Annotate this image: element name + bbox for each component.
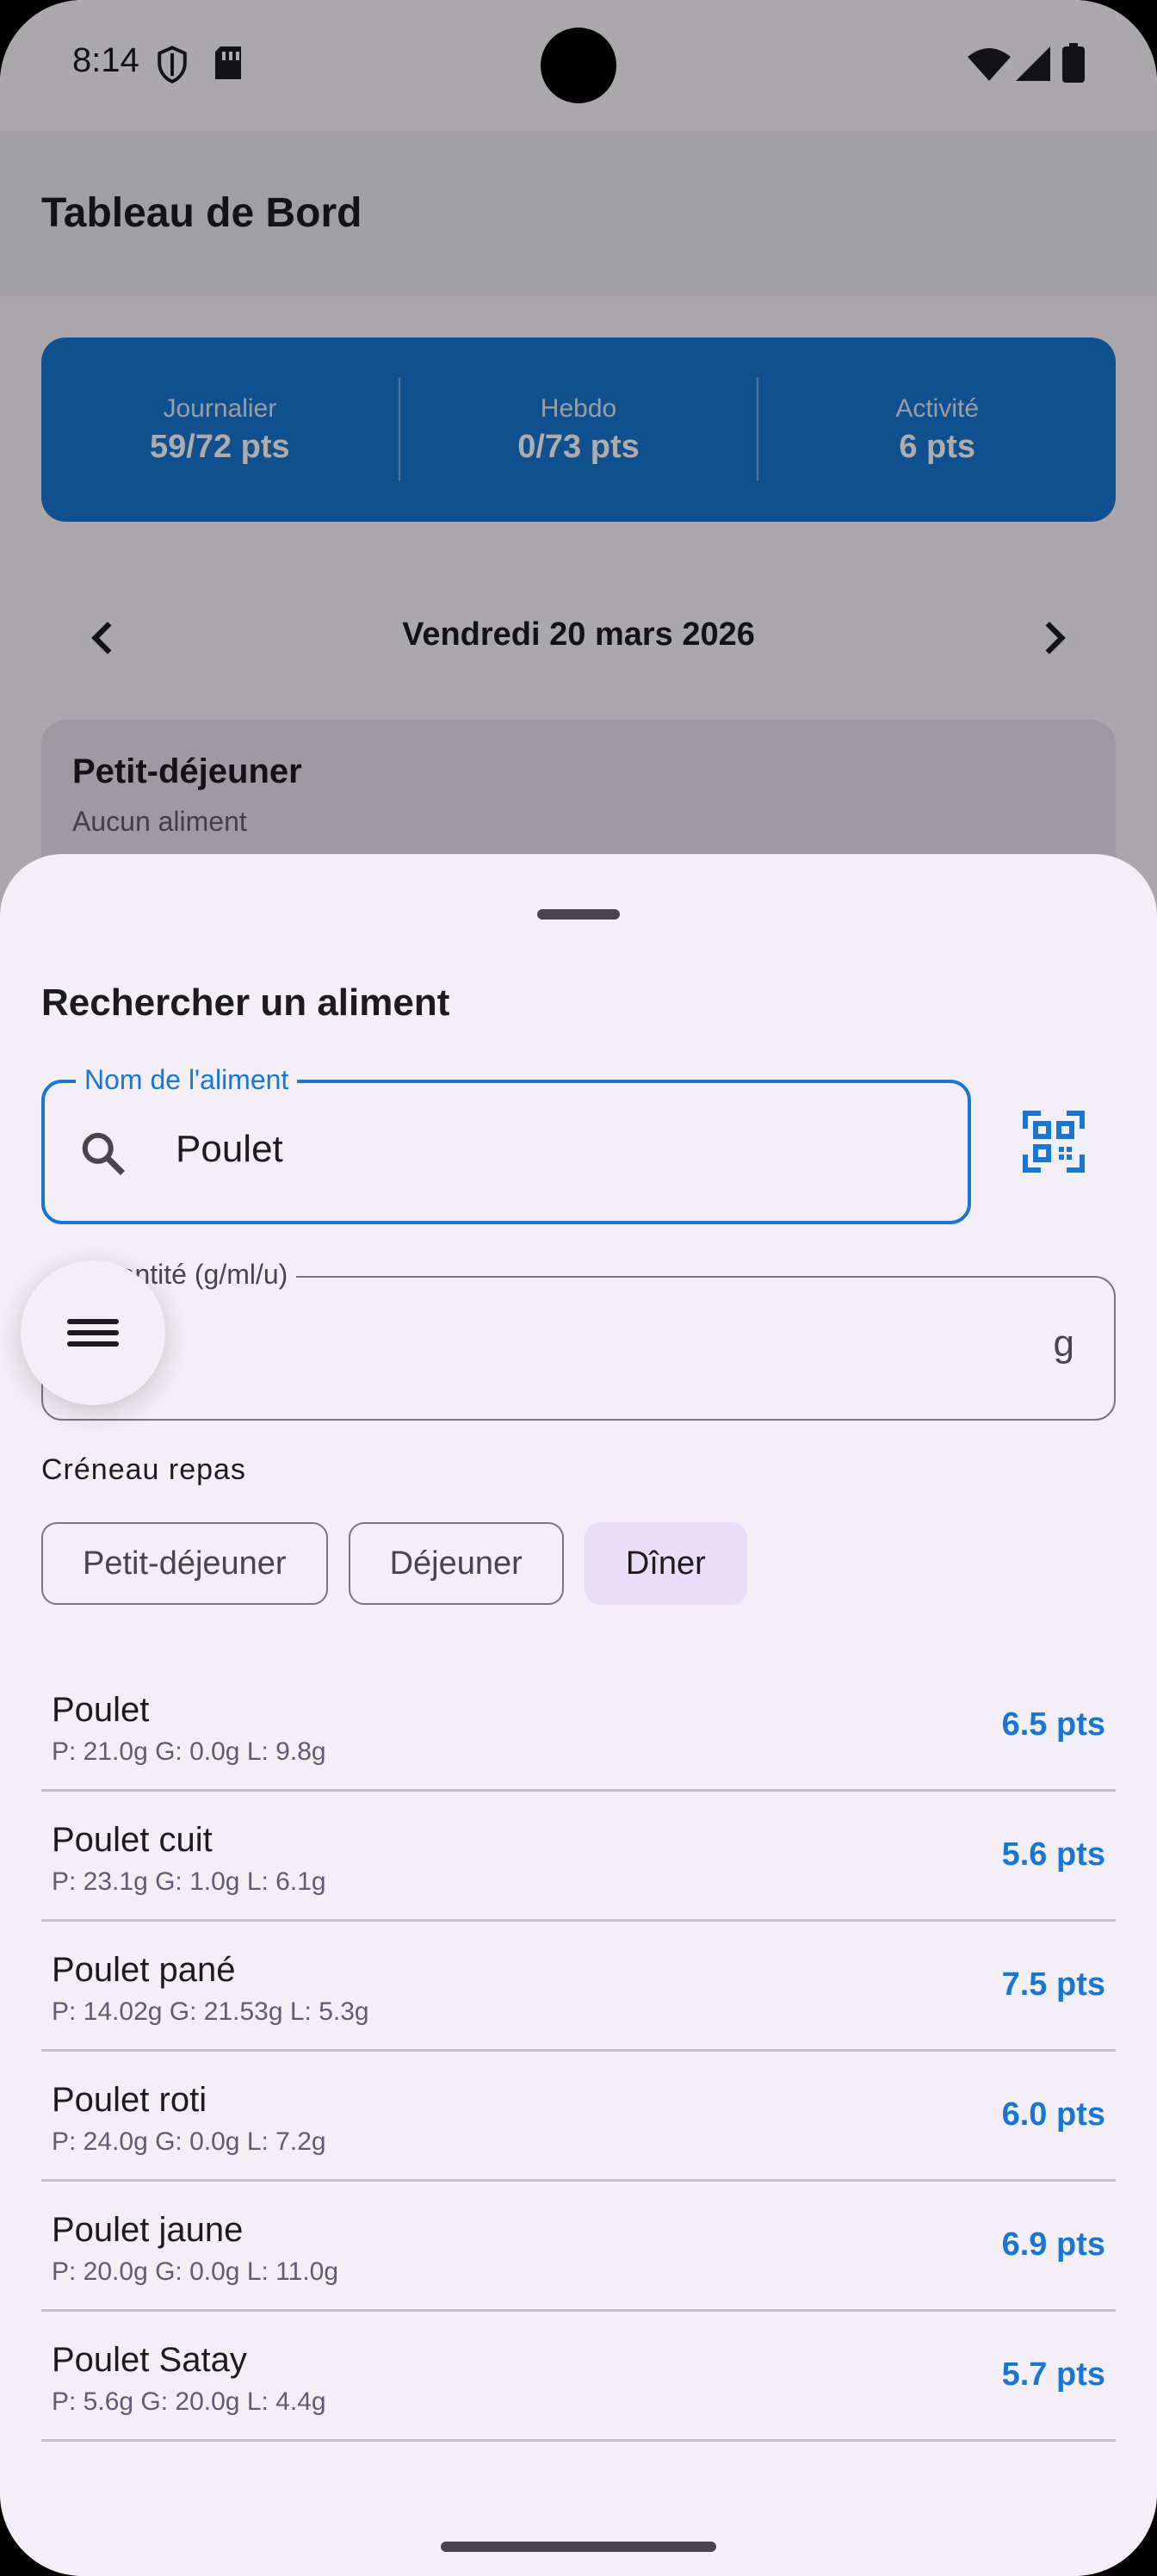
search-input[interactable]: Poulet	[176, 1128, 283, 1171]
food-name: Poulet roti	[52, 2081, 207, 2119]
menu-fab-button[interactable]	[21, 1260, 165, 1405]
quantity-unit: g	[1053, 1322, 1074, 1365]
food-macros: P: 5.6g G: 20.0g L: 4.4g	[52, 2387, 326, 2416]
food-name-field[interactable]: Nom de l'aliment Poulet	[41, 1064, 971, 1224]
list-item[interactable]: Poulet cuit P: 23.1g G: 1.0g L: 6.1g 5.6…	[41, 1792, 1116, 1922]
list-item[interactable]: Poulet roti P: 24.0g G: 0.0g L: 7.2g 6.0…	[41, 2052, 1116, 2182]
food-macros: P: 24.0g G: 0.0g L: 7.2g	[52, 2127, 326, 2156]
food-name: Poulet Satay	[52, 2341, 247, 2379]
food-macros: P: 14.02g G: 21.53g L: 5.3g	[52, 1997, 369, 2026]
list-item[interactable]: Poulet Satay P: 5.6g G: 20.0g L: 4.4g 5.…	[41, 2312, 1116, 2442]
search-results-list: Poulet P: 21.0g G: 0.0g L: 9.8g 6.5 pts …	[41, 1662, 1116, 2442]
drag-handle[interactable]	[537, 909, 620, 920]
chip-lunch[interactable]: Déjeuner	[348, 1522, 564, 1605]
food-points: 5.6 pts	[1001, 1836, 1105, 1873]
chip-breakfast[interactable]: Petit-déjeuner	[41, 1522, 328, 1605]
qr-scan-icon[interactable]	[1023, 1111, 1085, 1173]
food-macros: P: 23.1g G: 1.0g L: 6.1g	[52, 1867, 326, 1896]
food-name: Poulet jaune	[52, 2211, 244, 2249]
meal-slot-label: Créneau repas	[41, 1453, 246, 1486]
food-points: 6.5 pts	[1001, 1706, 1105, 1743]
food-name: Poulet	[52, 1691, 150, 1729]
gesture-bar[interactable]	[441, 2542, 716, 2552]
food-macros: P: 21.0g G: 0.0g L: 9.8g	[52, 1737, 326, 1766]
food-points: 6.9 pts	[1001, 2226, 1105, 2263]
sheet-title: Rechercher un aliment	[41, 981, 450, 1024]
field-label: Nom de l'aliment	[76, 1064, 298, 1096]
list-item[interactable]: Poulet P: 21.0g G: 0.0g L: 9.8g 6.5 pts	[41, 1662, 1116, 1792]
meal-slot-chips: Petit-déjeuner Déjeuner Dîner	[41, 1522, 747, 1605]
food-points: 7.5 pts	[1001, 1966, 1105, 2003]
chip-dinner[interactable]: Dîner	[584, 1522, 747, 1605]
food-name: Poulet cuit	[52, 1821, 213, 1859]
screen: 8:14 Tableau de Bord Journalier 59/72 pt…	[0, 0, 1157, 2576]
search-icon	[82, 1132, 125, 1175]
food-name: Poulet pané	[52, 1951, 236, 1989]
food-macros: P: 20.0g G: 0.0g L: 11.0g	[52, 2257, 339, 2286]
food-points: 5.7 pts	[1001, 2356, 1105, 2393]
food-search-sheet: Rechercher un aliment Nom de l'aliment P…	[0, 854, 1157, 2576]
list-item[interactable]: Poulet jaune P: 20.0g G: 0.0g L: 11.0g 6…	[41, 2182, 1116, 2312]
list-item[interactable]: Poulet pané P: 14.02g G: 21.53g L: 5.3g …	[41, 1922, 1116, 2052]
quantity-field[interactable]: Quantité (g/ml/u) g	[41, 1259, 1116, 1421]
food-points: 6.0 pts	[1001, 2096, 1105, 2133]
